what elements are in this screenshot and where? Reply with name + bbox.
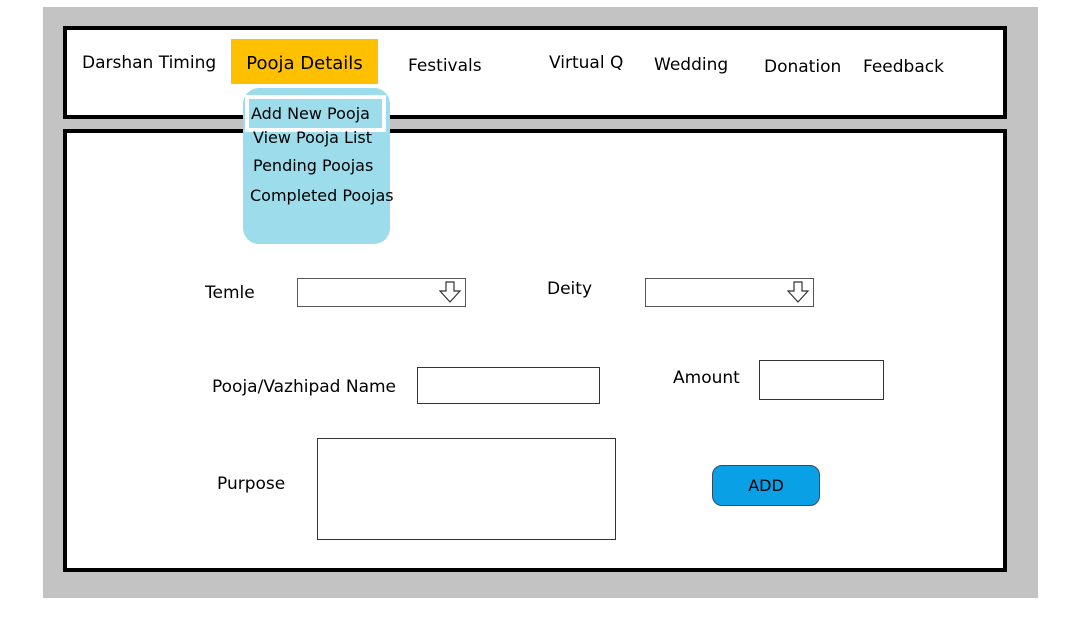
add-button[interactable]: ADD [712, 465, 820, 506]
nav-wedding[interactable]: Wedding [654, 55, 728, 75]
dropdown-item-completed-poojas[interactable]: Completed Poojas [250, 186, 394, 205]
temple-select[interactable] [297, 278, 466, 307]
amount-input[interactable] [759, 360, 884, 400]
nav-donation[interactable]: Donation [764, 57, 841, 77]
purpose-label: Purpose [217, 474, 286, 494]
hollow-down-arrow-icon [439, 281, 462, 303]
pooja-name-input[interactable] [417, 367, 600, 404]
nav-darshan-timing[interactable]: Darshan Timing [82, 53, 216, 73]
nav-festivals[interactable]: Festivals [408, 56, 482, 76]
dropdown-item-view-pooja-list[interactable]: View Pooja List [253, 128, 372, 147]
pooja-name-label: Pooja/Vazhipad Name [212, 377, 397, 397]
temple-label: Temle [205, 283, 255, 303]
purpose-textarea[interactable] [317, 438, 616, 540]
dropdown-item-add-new-pooja[interactable]: Add New Pooja [245, 95, 386, 132]
deity-select[interactable] [645, 278, 814, 307]
nav-pooja-details[interactable]: Pooja Details [231, 39, 378, 84]
deity-label: Deity [547, 279, 592, 299]
nav-virtual-q[interactable]: Virtual Q [549, 53, 623, 73]
nav-feedback[interactable]: Feedback [863, 57, 944, 77]
amount-label: Amount [673, 368, 740, 388]
hollow-down-arrow-icon [787, 281, 810, 303]
dropdown-item-pending-poojas[interactable]: Pending Poojas [253, 156, 373, 175]
